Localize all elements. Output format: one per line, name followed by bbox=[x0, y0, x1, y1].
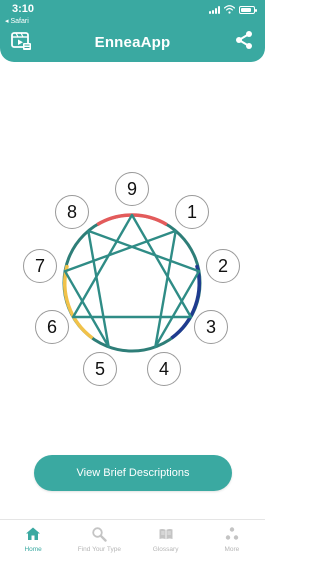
wifi-icon bbox=[224, 5, 235, 14]
tab-find-your-type[interactable]: Find Your Type bbox=[66, 520, 132, 573]
app-title: EnneaApp bbox=[94, 34, 171, 51]
status-time: 3:10 bbox=[12, 3, 35, 15]
type-6-button[interactable]: 6 bbox=[35, 310, 69, 344]
status-icons bbox=[209, 5, 257, 14]
tab-bar: Home Find Your Type Glossary More bbox=[0, 519, 265, 573]
more-dots-icon bbox=[225, 527, 239, 540]
type-2-button[interactable]: 2 bbox=[206, 249, 240, 283]
type-8-button[interactable]: 8 bbox=[55, 195, 89, 229]
type-4-button[interactable]: 4 bbox=[147, 352, 181, 386]
view-brief-descriptions-button[interactable]: View Brief Descriptions bbox=[34, 455, 232, 491]
tab-home[interactable]: Home bbox=[0, 520, 66, 573]
type-5-button[interactable]: 5 bbox=[83, 352, 117, 386]
share-icon[interactable] bbox=[234, 30, 254, 50]
search-icon bbox=[92, 527, 108, 542]
app-screen: 3:10 ◂ Safari EnneaApp 9 1 2 3 4 5 6 7 8… bbox=[0, 0, 265, 573]
tab-home-label: Home bbox=[24, 546, 42, 553]
type-1-button[interactable]: 1 bbox=[175, 195, 209, 229]
tab-glossary-label: Glossary bbox=[152, 546, 179, 553]
type-7-button[interactable]: 7 bbox=[23, 249, 57, 283]
top-bar: 3:10 ◂ Safari EnneaApp bbox=[0, 0, 265, 62]
tab-more-label: More bbox=[224, 546, 240, 553]
tab-more[interactable]: More bbox=[199, 520, 265, 573]
book-icon bbox=[159, 528, 173, 540]
type-9-button[interactable]: 9 bbox=[115, 172, 149, 206]
battery-icon bbox=[239, 5, 257, 14]
back-to-safari-link[interactable]: ◂ Safari bbox=[5, 17, 29, 25]
tab-find-your-type-label: Find Your Type bbox=[77, 546, 121, 553]
home-icon bbox=[26, 527, 41, 540]
tab-glossary[interactable]: Glossary bbox=[133, 520, 199, 573]
enneagram-diagram: 9 1 2 3 4 5 6 7 8 bbox=[0, 165, 265, 395]
signal-icon bbox=[209, 5, 220, 14]
type-3-button[interactable]: 3 bbox=[194, 310, 228, 344]
